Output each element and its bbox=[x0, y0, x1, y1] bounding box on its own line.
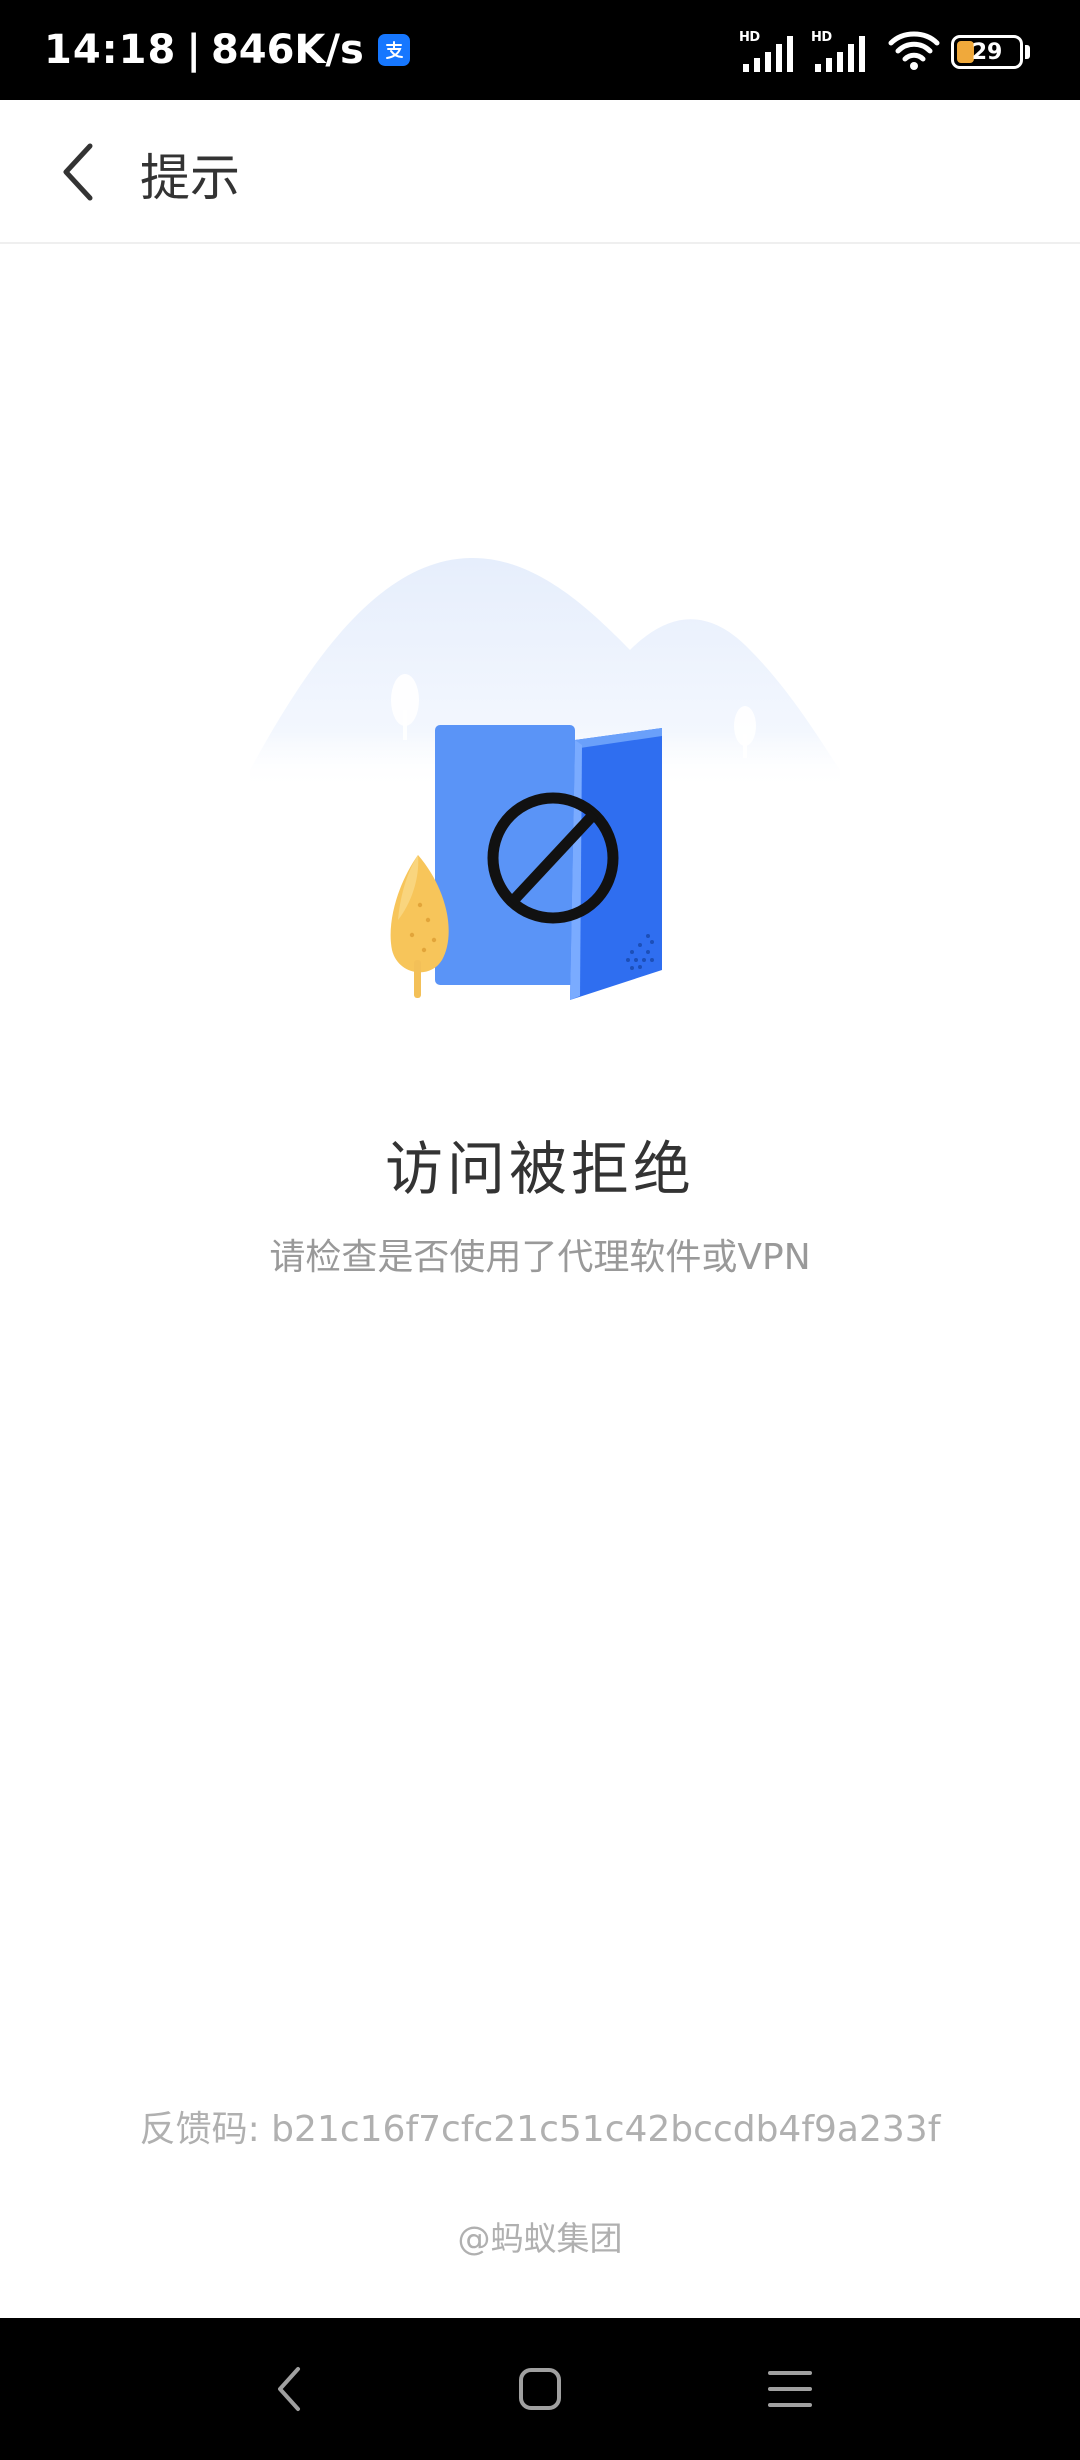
back-nav-icon bbox=[278, 2367, 300, 2411]
blocked-door-illustration bbox=[250, 557, 840, 1000]
status-separator: | bbox=[186, 27, 201, 73]
battery-cap bbox=[1025, 45, 1030, 59]
battery-level: 29 bbox=[971, 39, 1003, 65]
chevron-left-icon bbox=[63, 143, 93, 201]
status-right: HD HD 29 bbox=[739, 30, 1030, 74]
nav-menu-button[interactable] bbox=[755, 2354, 825, 2424]
nav-back-button[interactable] bbox=[255, 2354, 325, 2424]
status-bar: 14:18 | 846K/s HD HD 29 bbox=[0, 0, 1080, 100]
menu-nav-icon bbox=[768, 2371, 812, 2407]
error-subtitle: 请检查是否使用了代理软件或VPN bbox=[269, 1237, 811, 1278]
feedback-code: 反馈码: b21c16f7cfc21c51c42bccdb4f9a233f bbox=[139, 2109, 941, 2150]
page-title: 提示 bbox=[140, 149, 240, 207]
signal-icon: HD bbox=[739, 30, 801, 74]
brand-label: @蚂蚁集团 bbox=[457, 2219, 623, 2258]
back-button[interactable] bbox=[36, 130, 120, 214]
battery-icon: 29 bbox=[951, 35, 1023, 69]
header: 提示 bbox=[0, 100, 1080, 244]
status-time: 14:18 bbox=[44, 27, 177, 73]
signal-icon: HD bbox=[811, 30, 873, 74]
alipay-icon bbox=[377, 34, 410, 66]
network-speed: 846K/s bbox=[210, 27, 364, 73]
error-title: 访问被拒绝 bbox=[384, 1135, 695, 1203]
wifi-icon bbox=[887, 29, 941, 75]
nav-home-button[interactable] bbox=[505, 2354, 575, 2424]
status-left: 14:18 | 846K/s bbox=[44, 22, 410, 78]
navigation-bar bbox=[0, 2318, 1080, 2460]
home-nav-icon bbox=[519, 2368, 561, 2410]
